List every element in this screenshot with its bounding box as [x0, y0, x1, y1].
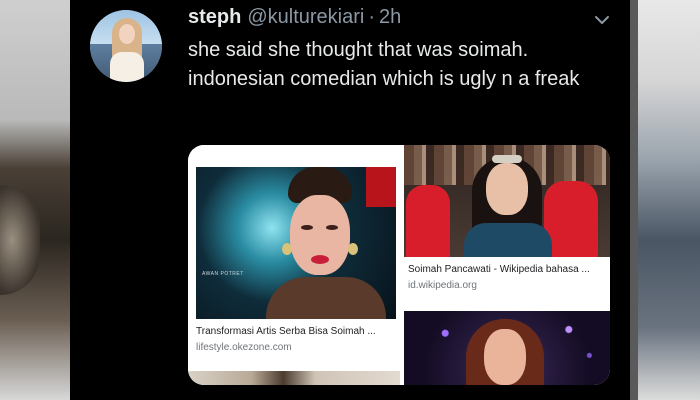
chevron-down-icon[interactable]	[592, 10, 612, 30]
tweet-text: she said she thought that was soimah. in…	[188, 39, 580, 90]
result-title[interactable]: Soimah Pancawati - Wikipedia bahasa ...	[408, 264, 608, 275]
image-result-card[interactable]: Soimah Pancawati - Wikipedia bahasa ... …	[404, 145, 610, 307]
image-watermark: AWAN POTRET	[202, 271, 244, 277]
display-name[interactable]: steph	[188, 6, 241, 29]
media-image-results[interactable]: AWAN POTRET Transformasi Artis Serba Bis…	[188, 145, 610, 385]
user-handle[interactable]: @kulturekiari	[247, 6, 364, 29]
next-result-image[interactable]	[188, 371, 400, 385]
next-result-image[interactable]	[404, 311, 610, 385]
result-image[interactable]: AWAN POTRET	[196, 167, 396, 319]
result-source: id.wikipedia.org	[408, 280, 477, 291]
result-title[interactable]: Transformasi Artis Serba Bisa Soimah ...	[196, 326, 396, 337]
result-source: lifestyle.okezone.com	[196, 342, 292, 353]
background-right	[638, 0, 700, 400]
avatar[interactable]	[90, 10, 162, 82]
timestamp[interactable]: 2h	[379, 6, 401, 29]
tweet-card[interactable]: steph @kulturekiari · 2h she said she th…	[70, 0, 630, 400]
tweet-header: steph @kulturekiari · 2h	[188, 6, 401, 32]
image-result-card[interactable]: AWAN POTRET Transformasi Artis Serba Bis…	[188, 145, 400, 385]
result-image[interactable]	[404, 145, 610, 257]
separator-dot: ·	[368, 6, 376, 28]
